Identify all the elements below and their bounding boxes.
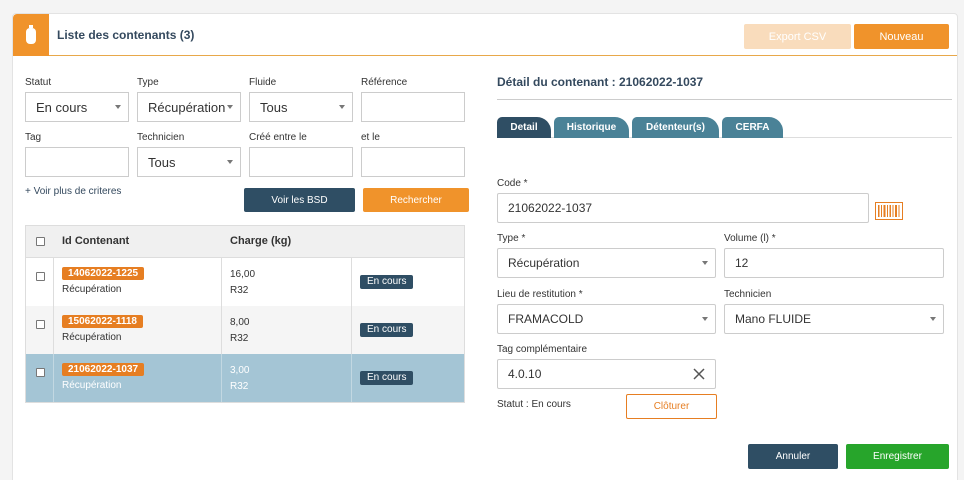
chevron-down-icon — [227, 160, 233, 164]
status-badge: En cours — [360, 323, 414, 337]
cloturer-button[interactable]: Clôturer — [626, 394, 717, 419]
technicien-select[interactable]: Mano FLUIDE — [724, 304, 944, 334]
filter-technicien-select[interactable]: Tous — [137, 147, 241, 177]
lieu-label: Lieu de restitution * — [497, 289, 583, 300]
chevron-down-icon — [702, 317, 708, 321]
barcode-icon[interactable] — [875, 202, 903, 223]
column-divider — [53, 354, 54, 402]
chevron-down-icon — [227, 105, 233, 109]
panel-header: Liste des contenants (3) Export CSV Nouv… — [13, 14, 957, 56]
tag-field[interactable]: 4.0.10 — [497, 359, 716, 389]
filter-type-select[interactable]: Récupération — [137, 92, 241, 122]
technicien-value: Mano FLUIDE — [735, 312, 812, 326]
container-id-badge: 15062022-1118 — [62, 315, 143, 328]
export-csv-button[interactable]: Export CSV — [744, 24, 851, 49]
chevron-down-icon — [930, 317, 936, 321]
filter-statut-label: Statut — [25, 77, 52, 88]
filter-fluide-value: Tous — [260, 99, 288, 115]
volume-label: Volume (l) * — [724, 233, 776, 244]
column-header-charge[interactable]: Charge (kg) — [230, 235, 291, 247]
page-title: Liste des contenants (3) — [57, 28, 195, 42]
lieu-select[interactable]: FRAMACOLD — [497, 304, 716, 334]
statut-text: Statut : En cours — [497, 399, 571, 410]
type-select[interactable]: Récupération — [497, 248, 716, 278]
column-divider — [351, 306, 352, 354]
row-checkbox[interactable] — [36, 320, 45, 329]
container-charge: 16,00 R32 — [230, 269, 256, 296]
table-row-selected[interactable]: 21062022-1037 Récupération 3,00 R32 En co… — [26, 354, 464, 402]
column-divider — [351, 258, 352, 306]
filter-statut-select[interactable]: En cours — [25, 92, 129, 122]
filter-statut-value: En cours — [36, 99, 88, 115]
column-divider — [53, 258, 54, 306]
tab-cerfa[interactable]: CERFA — [722, 117, 783, 138]
container-charge: 3,00 R32 — [230, 365, 250, 392]
row-checkbox[interactable] — [36, 272, 45, 281]
tab-detail[interactable]: Detail — [497, 117, 551, 138]
status-badge: En cours — [360, 371, 414, 385]
chevron-down-icon — [702, 261, 708, 265]
code-label: Code * — [497, 178, 528, 189]
container-type: Récupération — [62, 332, 122, 343]
tab-detenteurs[interactable]: Détenteur(s) — [632, 117, 719, 138]
column-header-id[interactable]: Id Contenant — [62, 235, 129, 247]
table-header: Id Contenant Charge (kg) — [26, 226, 464, 258]
containers-panel: Liste des contenants (3) Export CSV Nouv… — [12, 13, 958, 480]
volume-value: 12 — [735, 256, 749, 270]
divider — [497, 99, 952, 100]
tag-label: Tag complémentaire — [497, 344, 588, 355]
clear-icon[interactable] — [693, 368, 705, 383]
container-type: Récupération — [62, 380, 122, 391]
code-field[interactable]: 21062022-1037 — [497, 193, 869, 223]
filter-fluide-label: Fluide — [249, 77, 277, 88]
container-charge: 8,00 R32 — [230, 317, 250, 344]
filter-technicien-value: Tous — [148, 154, 176, 170]
tab-historique[interactable]: Historique — [554, 117, 629, 138]
column-divider — [221, 258, 222, 306]
column-divider — [53, 306, 54, 354]
type-value: Récupération — [508, 256, 580, 270]
filter-technicien-label: Technicien — [137, 132, 185, 143]
filter-reference-input[interactable] — [361, 92, 465, 122]
chevron-down-icon — [339, 105, 345, 109]
search-button[interactable]: Rechercher — [363, 188, 469, 212]
filter-tag-input[interactable] — [25, 147, 129, 177]
column-divider — [351, 354, 352, 402]
filter-created-to-input[interactable] — [361, 147, 465, 177]
save-button[interactable]: Enregistrer — [846, 444, 949, 469]
containers-table: Id Contenant Charge (kg) 14062022-1225 R… — [25, 225, 465, 403]
container-id-badge: 14062022-1225 — [62, 267, 145, 280]
container-type: Récupération — [62, 284, 122, 295]
filter-tag-label: Tag — [25, 132, 42, 143]
view-bsd-button[interactable]: Voir les BSD — [244, 188, 355, 212]
tag-value: 4.0.10 — [508, 367, 542, 381]
filter-created-to-label: et le — [361, 132, 380, 143]
new-container-button[interactable]: Nouveau — [854, 24, 949, 49]
gas-cylinder-icon — [13, 14, 49, 56]
type-label: Type * — [497, 233, 526, 244]
technicien-label: Technicien — [724, 289, 772, 300]
table-row[interactable]: 15062022-1118 Récupération 8,00 R32 En co… — [26, 306, 464, 354]
filter-created-from-label: Créé entre le — [249, 132, 307, 143]
chevron-down-icon — [115, 105, 121, 109]
select-all-checkbox[interactable] — [36, 237, 45, 246]
volume-field[interactable]: 12 — [724, 248, 944, 278]
container-id-badge: 21062022-1037 — [62, 363, 145, 376]
code-value: 21062022-1037 — [508, 201, 593, 215]
filter-reference-label: Référence — [361, 77, 408, 88]
detail-title: Détail du contenant : 21062022-1037 — [497, 75, 704, 89]
filter-created-from-input[interactable] — [249, 147, 353, 177]
cancel-button[interactable]: Annuler — [748, 444, 838, 469]
status-badge: En cours — [360, 275, 414, 289]
more-criteria-link[interactable]: + Voir plus de criteres — [25, 186, 121, 197]
filter-type-value: Récupération — [148, 99, 226, 115]
column-divider — [221, 306, 222, 354]
row-checkbox[interactable] — [36, 368, 45, 377]
column-divider — [221, 354, 222, 402]
lieu-value: FRAMACOLD — [508, 312, 584, 326]
filter-fluide-select[interactable]: Tous — [249, 92, 353, 122]
filter-type-label: Type — [137, 77, 159, 88]
table-row[interactable]: 14062022-1225 Récupération 16,00 R32 En c… — [26, 258, 464, 306]
